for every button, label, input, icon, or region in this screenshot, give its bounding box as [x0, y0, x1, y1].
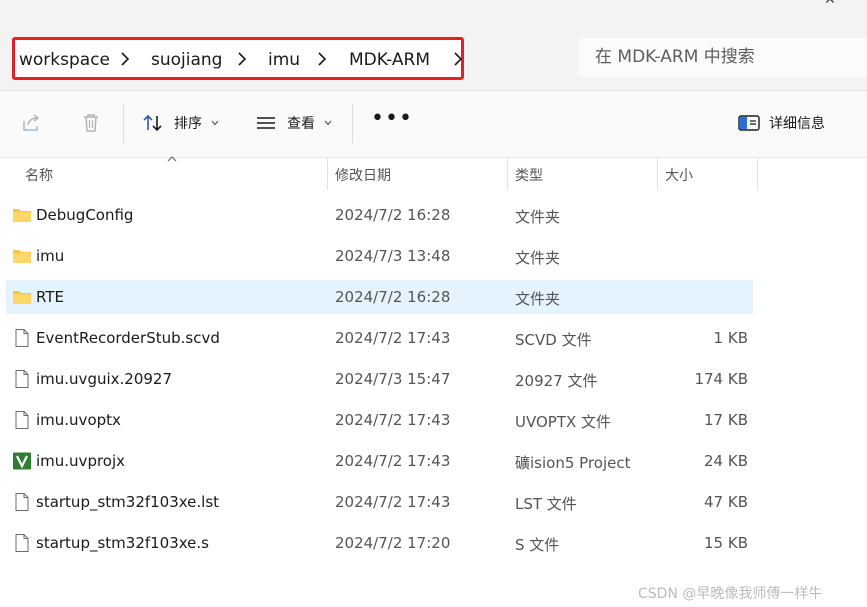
breadcrumb-imu[interactable]: imu [268, 50, 300, 70]
file-size: 47 KB [704, 493, 748, 511]
file-name: imu.uvoptx [36, 411, 121, 429]
table-row[interactable]: RTE 2024/7/2 16:28 文件夹 [6, 280, 753, 314]
file-date: 2024/7/2 17:20 [335, 534, 451, 552]
file-date: 2024/7/2 17:43 [335, 452, 451, 470]
close-button[interactable]: ✕ [820, 0, 840, 8]
file-icon [15, 534, 29, 552]
file-type: SCVD 文件 [515, 331, 592, 349]
watermark: CSDN @早晚像我师傅一样牛 [638, 586, 823, 602]
breadcrumb-mdk-arm[interactable]: MDK-ARM [349, 50, 430, 70]
folder-icon [13, 291, 31, 304]
file-type: 文件夹 [515, 208, 561, 226]
details-pane-icon [738, 115, 760, 131]
table-row[interactable]: imu.uvguix.20927 2024/7/3 15:47 20927 文件… [6, 362, 753, 396]
sort-label: 排序 [174, 116, 202, 132]
file-type: 20927 文件 [515, 372, 598, 390]
table-row[interactable]: imu.uvoptx 2024/7/2 17:43 UVOPTX 文件 17 K… [6, 403, 753, 437]
file-name: imu.uvprojx [36, 452, 126, 470]
table-row[interactable]: DebugConfig 2024/7/2 16:28 文件夹 [6, 198, 753, 232]
column-divider[interactable] [757, 158, 758, 190]
chevron-right-icon[interactable] [315, 51, 329, 67]
title-bar: ✕ [0, 0, 867, 28]
file-date: 2024/7/2 17:43 [335, 493, 451, 511]
view-label: 查看 [287, 116, 315, 132]
view-list-icon [257, 117, 275, 129]
column-header-date[interactable]: 修改日期 [335, 165, 391, 185]
share-button[interactable] [20, 112, 42, 134]
column-divider[interactable] [507, 158, 508, 190]
file-size: 17 KB [704, 411, 748, 429]
details-label: 详细信息 [769, 116, 825, 132]
file-date: 2024/7/2 17:43 [335, 411, 451, 429]
chevron-down-icon [324, 120, 332, 126]
table-row[interactable]: startup_stm32f103xe.lst 2024/7/2 17:43 L… [6, 485, 753, 519]
more-options-button[interactable]: ••• [371, 108, 412, 133]
file-date: 2024/7/2 16:28 [335, 288, 451, 306]
sort-icon [143, 114, 162, 132]
column-divider[interactable] [327, 158, 328, 190]
file-icon [15, 493, 29, 511]
file-size: 15 KB [704, 534, 748, 552]
close-icon: ✕ [824, 0, 836, 8]
view-button[interactable]: 查看 [255, 110, 332, 136]
file-name: startup_stm32f103xe.s [36, 534, 209, 552]
file-type: UVOPTX 文件 [515, 413, 612, 431]
file-type: LST 文件 [515, 495, 577, 513]
delete-button[interactable] [80, 112, 102, 134]
file-date: 2024/7/3 15:47 [335, 370, 451, 388]
file-type: 礦ision5 Project [515, 454, 631, 472]
toolbar-divider [123, 103, 124, 143]
file-name: RTE [36, 288, 64, 306]
chevron-right-icon[interactable] [235, 51, 249, 67]
chevron-right-icon[interactable] [118, 51, 132, 67]
command-toolbar: 排序 查看 ••• 详细信息 [0, 91, 867, 158]
file-type: S 文件 [515, 536, 560, 554]
file-size: 1 KB [713, 329, 748, 347]
table-row[interactable]: startup_stm32f103xe.s 2024/7/2 17:20 S 文… [6, 526, 753, 560]
file-name: imu [36, 247, 65, 265]
keil-project-icon [13, 452, 31, 470]
details-pane-button[interactable]: 详细信息 [738, 110, 825, 136]
breadcrumb-suojiang[interactable]: suojiang [151, 50, 222, 70]
table-row[interactable]: imu.uvprojx 2024/7/2 17:43 礦ision5 Proje… [6, 444, 753, 478]
file-name: startup_stm32f103xe.lst [36, 493, 220, 511]
file-size: 174 KB [694, 370, 748, 388]
file-name: DebugConfig [36, 206, 134, 224]
folder-icon [13, 209, 31, 222]
file-name: imu.uvguix.20927 [36, 370, 172, 388]
file-date: 2024/7/3 13:48 [335, 247, 451, 265]
chevron-right-icon[interactable] [451, 51, 465, 67]
file-date: 2024/7/2 17:43 [335, 329, 451, 347]
sort-ascending-icon [167, 156, 177, 162]
chevron-down-icon [211, 120, 219, 126]
table-row[interactable]: EventRecorderStub.scvd 2024/7/2 17:43 SC… [6, 321, 753, 355]
column-divider[interactable] [657, 158, 658, 190]
column-header-size[interactable]: 大小 [665, 165, 693, 185]
search-input[interactable]: 在 MDK-ARM 中搜索 [578, 38, 867, 77]
file-type: 文件夹 [515, 249, 561, 267]
column-header-row: 名称 修改日期 类型 大小 [0, 156, 867, 190]
file-name: EventRecorderStub.scvd [36, 329, 220, 347]
folder-icon [13, 250, 31, 263]
column-header-name[interactable]: 名称 [25, 165, 53, 185]
file-icon [15, 411, 29, 429]
file-size: 24 KB [704, 452, 748, 470]
navigation-bar: workspace suojiang imu MDK-ARM 在 MDK-ARM… [0, 28, 867, 91]
breadcrumb-workspace[interactable]: workspace [19, 50, 110, 70]
file-type: 文件夹 [515, 290, 561, 308]
file-date: 2024/7/2 16:28 [335, 206, 451, 224]
file-icon [15, 329, 29, 347]
minimize-button[interactable] [768, 0, 784, 3]
column-header-type[interactable]: 类型 [515, 165, 543, 185]
sort-button[interactable]: 排序 [142, 110, 219, 136]
file-icon [15, 370, 29, 388]
trash-icon [84, 114, 98, 132]
table-row[interactable]: imu 2024/7/3 13:48 文件夹 [6, 239, 753, 273]
address-bar[interactable]: workspace suojiang imu MDK-ARM [12, 37, 464, 80]
share-icon [23, 114, 40, 131]
toolbar-divider [352, 103, 353, 143]
